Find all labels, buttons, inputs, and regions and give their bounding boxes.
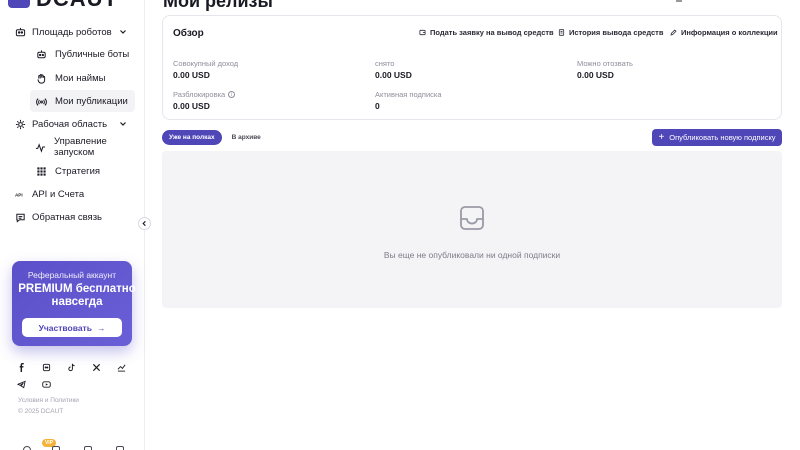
- chart-link-icon[interactable]: [116, 362, 126, 372]
- withdraw-history-link[interactable]: История вывода средств: [558, 28, 663, 37]
- bottom-toolbar: VIP: [18, 439, 124, 450]
- publish-subscription-label: Опубликовать новую подписку: [669, 133, 776, 142]
- svg-text:API: API: [15, 192, 23, 197]
- sidebar-collapse-button[interactable]: [138, 217, 151, 230]
- api-icon: API: [14, 188, 26, 200]
- chevron-down-icon[interactable]: [118, 119, 128, 129]
- collection-info-label: Информация о коллекции: [681, 28, 778, 37]
- participate-button[interactable]: Участвовать →: [22, 318, 122, 337]
- unlock-value: 0.00 USD: [173, 101, 210, 111]
- notification-icon[interactable]: [84, 446, 92, 450]
- withdraw-request-label: Подать заявку на вывод средств: [430, 28, 554, 37]
- hand-icon: [35, 72, 47, 84]
- nav-workspace[interactable]: Рабочая область: [14, 113, 136, 135]
- collection-info-link[interactable]: Информация о коллекции: [670, 28, 778, 37]
- withdrawn-value: 0.00 USD: [375, 70, 412, 80]
- nav-api[interactable]: API API и Счета: [14, 183, 136, 205]
- pulse-icon: [35, 141, 46, 153]
- youtube-icon[interactable]: [41, 379, 51, 389]
- unlock-label-row: Разблокировка i: [173, 90, 236, 99]
- promo-subtitle: Реферальный аккаунт: [27, 270, 117, 280]
- workspace-icon: [14, 118, 26, 130]
- language-icon[interactable]: [52, 446, 60, 450]
- nav-feedback[interactable]: Обратная связь: [14, 206, 136, 228]
- arrow-right-icon: →: [96, 322, 106, 333]
- overview-card: Обзор Подать заявку на вывод средств Ист…: [162, 15, 782, 120]
- unlock-label: Разблокировка: [173, 90, 226, 99]
- withdrawable-value: 0.00 USD: [577, 70, 614, 80]
- nav-my-publications-label: Мои публикации: [55, 95, 128, 107]
- edit-icon: [670, 29, 677, 36]
- empty-state-text: Вы еще не опубликовали ни одной подписки: [383, 250, 561, 260]
- tiktok-icon[interactable]: [66, 362, 76, 372]
- nav-robots-area-label: Площадь роботов: [32, 26, 112, 38]
- nav-my-publications[interactable]: Мои публикации: [30, 90, 135, 112]
- promo-title: PREMIUM бесплатно навсегда: [18, 283, 136, 308]
- nav-api-label: API и Счета: [32, 188, 85, 200]
- header-menu-icon[interactable]: [676, 0, 682, 2]
- robot-icon: [35, 48, 47, 60]
- participate-button-label: Участвовать: [38, 322, 92, 333]
- tab-archived[interactable]: В архиве: [225, 130, 268, 145]
- logo-mark-icon: [8, 0, 30, 8]
- document-icon: [558, 29, 565, 36]
- withdraw-history-label: История вывода средств: [569, 28, 664, 37]
- nav-strategy[interactable]: Стратегия: [30, 160, 135, 182]
- tab-published[interactable]: Уже на полках: [162, 130, 222, 145]
- active-subs-label: Активная подписка: [375, 90, 442, 99]
- copyright: © 2025 DCAUT: [18, 408, 64, 415]
- nav-public-bots[interactable]: Публичные боты: [30, 43, 135, 65]
- nav-launch-management-label: Управление запуском: [54, 136, 107, 158]
- chat-icon: [14, 211, 26, 223]
- logo[interactable]: DCAUT: [8, 0, 118, 10]
- logo-text: DCAUT: [36, 0, 118, 10]
- inbox-icon: [460, 206, 484, 230]
- nav-my-hires-label: Мои наймы: [55, 72, 106, 84]
- publish-subscription-button[interactable]: + Опубликовать новую подписку: [652, 129, 782, 146]
- withdraw-request-link[interactable]: Подать заявку на вывод средств: [419, 28, 554, 37]
- settings-icon[interactable]: [116, 446, 124, 450]
- overview-title: Обзор: [173, 28, 204, 39]
- broadcast-icon: [35, 95, 47, 107]
- nav-workspace-label: Рабочая область: [32, 118, 108, 130]
- nav-robots-area[interactable]: Площадь роботов: [14, 21, 136, 43]
- total-income-value: 0.00 USD: [173, 70, 210, 80]
- plus-icon: +: [658, 131, 665, 143]
- terms-link[interactable]: Условия и Политики: [18, 397, 79, 404]
- withdrawn-label: снято: [375, 59, 395, 68]
- nav-public-bots-label: Публичные боты: [55, 48, 130, 60]
- discord-icon[interactable]: [41, 362, 51, 372]
- nav-launch-management[interactable]: Управление запуском: [30, 136, 135, 158]
- chevron-down-icon[interactable]: [118, 27, 128, 37]
- robot-group-icon: [14, 26, 26, 38]
- active-subs-value: 0: [375, 101, 380, 111]
- withdrawable-label: Можно отозвать: [577, 59, 633, 68]
- wallet-icon: [419, 29, 426, 36]
- x-twitter-icon[interactable]: [91, 362, 101, 372]
- page-title: Мои релизы: [163, 0, 273, 11]
- info-icon[interactable]: i: [228, 91, 236, 98]
- telegram-icon[interactable]: [16, 379, 26, 389]
- nav-my-hires[interactable]: Мои наймы: [30, 67, 135, 89]
- user-icon[interactable]: [23, 446, 31, 450]
- nav-feedback-label: Обратная связь: [32, 211, 102, 223]
- sidebar: DCAUT Площадь роботов Публичные боты Мои…: [0, 0, 145, 450]
- nav-strategy-label: Стратегия: [55, 165, 101, 177]
- empty-state: Вы еще не опубликовали ни одной подписки: [162, 151, 782, 308]
- total-income-label: Совокупный доход: [173, 59, 239, 68]
- chevron-left-icon: [142, 220, 146, 227]
- referral-promo-card: Реферальный аккаунт PREMIUM бесплатно на…: [12, 261, 136, 346]
- grid-icon: [35, 165, 47, 177]
- publication-tabs: Уже на полках В архиве: [162, 130, 271, 145]
- facebook-icon[interactable]: [16, 362, 26, 372]
